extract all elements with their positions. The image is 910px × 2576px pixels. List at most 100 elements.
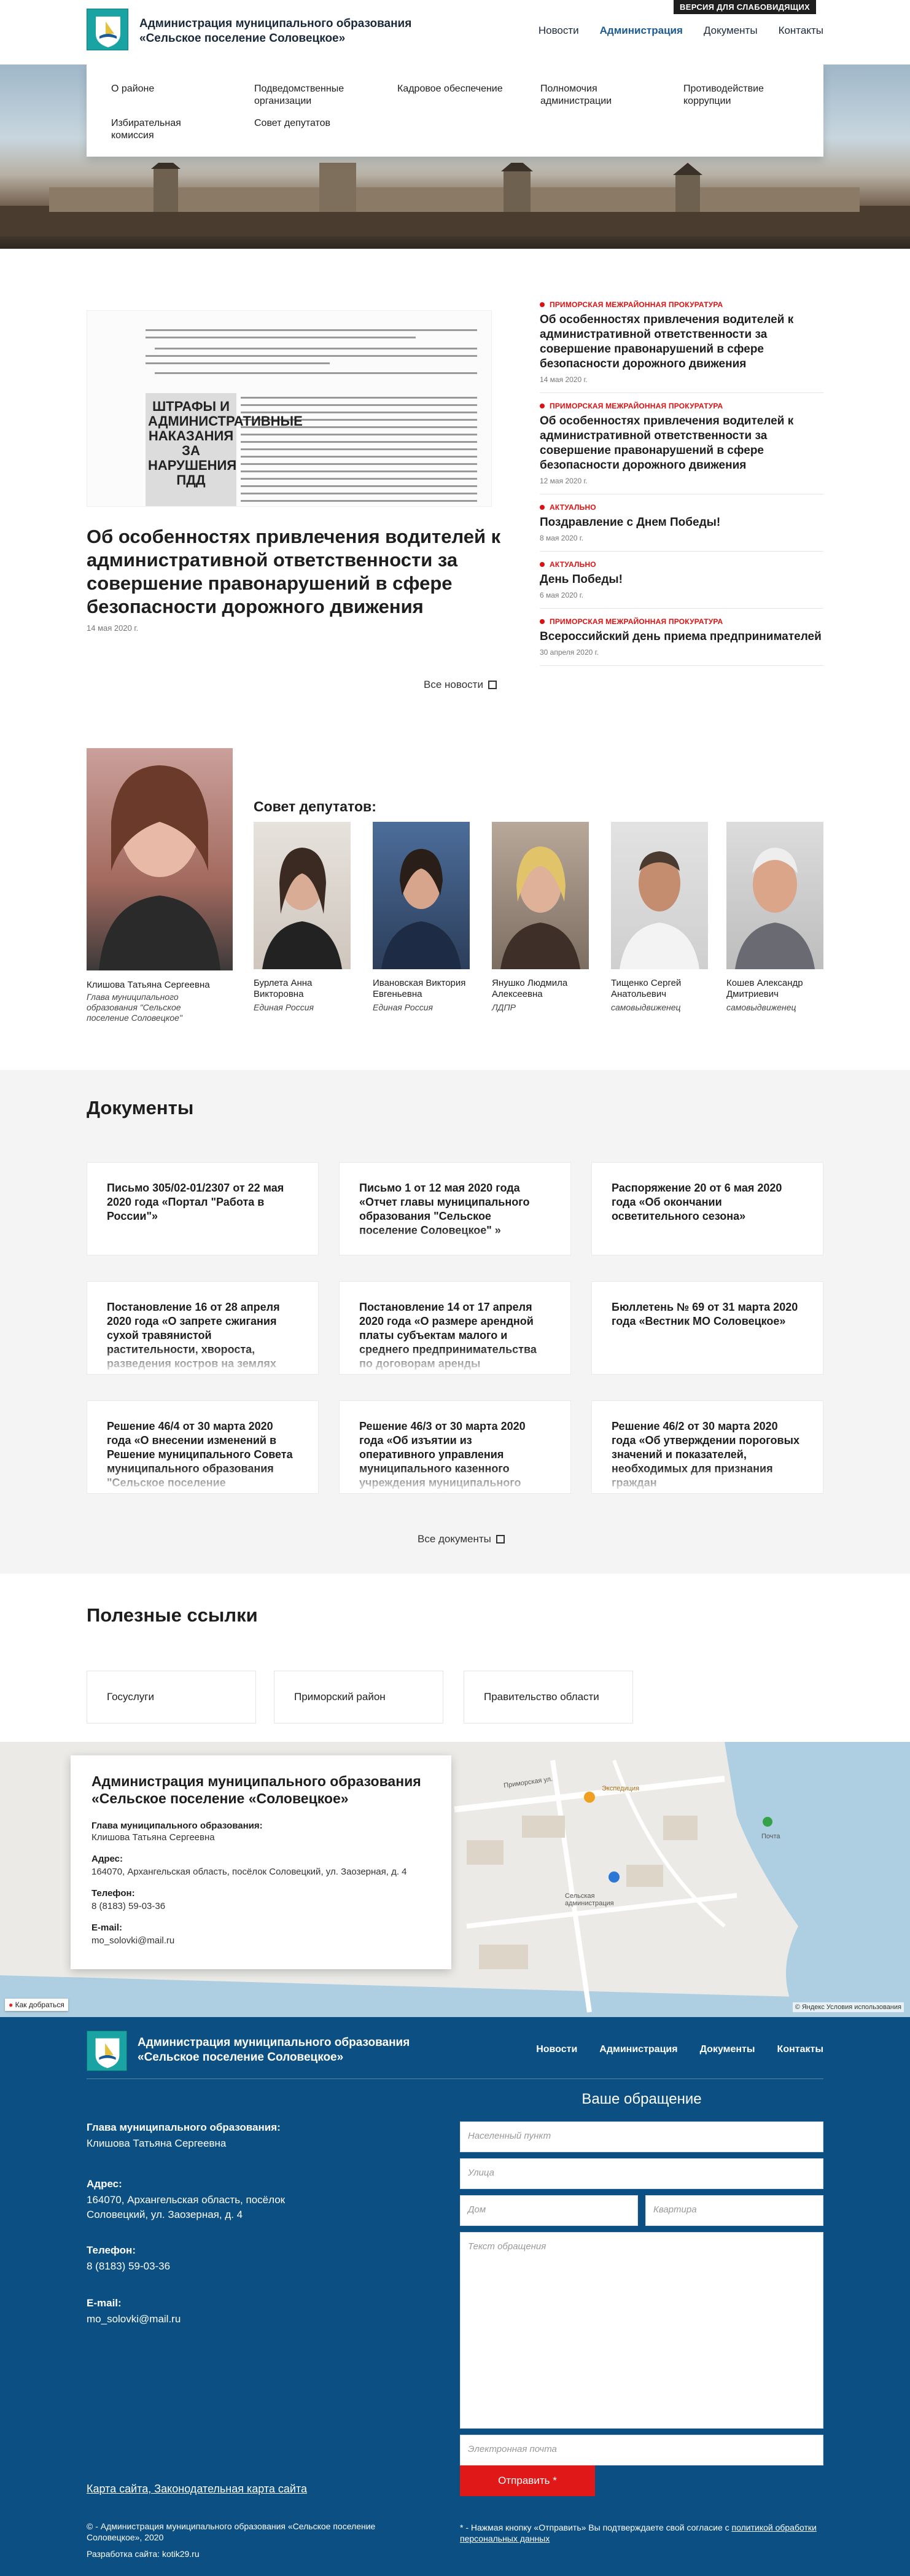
fines-sticker-image: ШТРАФЫ И АДМИНИСТРАТИВНЫЕ НАКАЗАНИЯ ЗА Н… (146, 393, 303, 506)
head-value: Клишова Татьяна Сергеевна (91, 1832, 215, 1843)
house-input[interactable]: Дом (460, 2195, 638, 2226)
council-member: Бурлета Анна Викторовна Единая Россия (254, 822, 351, 1012)
footer-nav-documents[interactable]: Документы (700, 2044, 755, 2055)
menu-subordinate-organizations[interactable]: Подведомственные организации (254, 83, 365, 107)
footer-address-label: Адрес: (87, 2178, 122, 2190)
pin-icon: ● (9, 2000, 14, 2009)
street-input[interactable]: Улица (460, 2158, 823, 2189)
council-title: Совет депутатов: (254, 798, 376, 814)
appeal-form-title: Ваше обращение (581, 2091, 702, 2107)
footer-head-label: Глава муниципального образования: (87, 2121, 281, 2133)
member-photo (726, 822, 823, 969)
phone-value[interactable]: 8 (8183) 59-03-36 (91, 1901, 430, 1911)
side-news-list: ПРИМОРСКАЯ МЕЖРАЙОННАЯ ПРОКУРАТУРА Об ос… (540, 292, 823, 666)
menu-personnel[interactable]: Кадровое обеспечение (397, 83, 508, 95)
all-news-link[interactable]: Все новости (424, 679, 497, 691)
useful-links-title: Полезные ссылки (87, 1604, 258, 1626)
consent-note-text: * - Нажмая кнопку «Отправить» Вы подтвер… (460, 2523, 732, 2532)
document-card[interactable]: Постановление 14 от 17 апреля 2020 года … (339, 1281, 571, 1375)
news-date: 30 апреля 2020 г. (540, 648, 599, 657)
footer-phone-value[interactable]: 8 (8183) 59-03-36 (87, 2259, 430, 2274)
document-card[interactable]: Решение 46/4 от 30 марта 2020 года «О вн… (87, 1400, 319, 1494)
menu-about-district[interactable]: О районе (111, 83, 222, 95)
document-card[interactable]: Письмо 1 от 12 мая 2020 года «Отчет глав… (339, 1162, 571, 1255)
menu-anticorruption[interactable]: Противодействие коррупции (683, 83, 794, 107)
address-value: 164070, Архангельская область, посёлок С… (91, 1867, 407, 1877)
footer-nav-contacts[interactable]: Контакты (777, 2044, 823, 2055)
member-party: ЛДПР (492, 1002, 516, 1012)
menu-administration-powers[interactable]: Полномочия администрации (540, 83, 651, 107)
council-section: Клишова Татьяна Сергеевна Глава муниципа… (87, 748, 823, 1037)
nav-contacts[interactable]: Контакты (779, 25, 823, 37)
footer-nav-news[interactable]: Новости (536, 2044, 577, 2055)
main-news-image[interactable]: ШТРАФЫ И АДМИНИСТРАТИВНЫЕ НАКАЗАНИЯ ЗА Н… (87, 310, 492, 507)
document-card[interactable]: Распоряжение 20 от 6 мая 2020 года «Об о… (591, 1162, 823, 1255)
document-card[interactable]: Письмо 305/02-01/2307 от 22 мая 2020 год… (87, 1162, 319, 1255)
member-party: Единая Россия (373, 1002, 433, 1012)
map-directions-button[interactable]: ● Как добраться (5, 1999, 68, 2011)
appeal-text-input[interactable]: Текст обращения (460, 2232, 823, 2429)
footer-email-label: E-mail: (87, 2297, 122, 2309)
footer-phone: Телефон: 8 (8183) 59-03-36 (87, 2244, 430, 2274)
footer-coat-of-arms-logo[interactable] (87, 2031, 127, 2071)
news-category: ПРИМОРСКАЯ МЕЖРАЙОННАЯ ПРОКУРАТУРА (540, 300, 823, 309)
main-news-title[interactable]: Об особенностях привлечения водителей к … (87, 525, 516, 619)
all-documents-link[interactable]: Все документы (418, 1533, 505, 1545)
footer-address: Адрес: 164070, Архангельская область, по… (87, 2178, 332, 2222)
footer-site-title[interactable]: Администрация муниципального образования… (138, 2035, 426, 2065)
side-news-item[interactable]: ПРИМОРСКАЯ МЕЖРАЙОННАЯ ПРОКУРАТУРА Об ос… (540, 393, 823, 494)
map-label: Экспедиция (602, 1785, 640, 1792)
menu-council-of-deputies[interactable]: Совет депутатов (254, 117, 365, 130)
nav-news[interactable]: Новости (539, 25, 579, 37)
main-news-date: 14 мая 2020 г. (87, 623, 139, 633)
member-photo (254, 822, 351, 969)
solovetsky-monastery-image (0, 163, 910, 236)
documents-title: Документы (87, 1097, 194, 1118)
site-title[interactable]: Администрация муниципального образования… (139, 17, 428, 46)
nav-documents[interactable]: Документы (704, 25, 758, 37)
document-title: Распоряжение 20 от 6 мая 2020 года «Об о… (612, 1182, 782, 1222)
submit-button[interactable]: Отправить * (460, 2465, 595, 2496)
sitemap-links[interactable]: Карта сайта, Законодательная карта сайта (87, 2483, 307, 2496)
news-date: 8 мая 2020 г. (540, 534, 584, 542)
news-title[interactable]: Об особенностях привлечения водителей к … (540, 313, 823, 372)
news-title[interactable]: Об особенностях привлечения водителей к … (540, 414, 823, 473)
side-news-item[interactable]: ПРИМОРСКАЯ МЕЖРАЙОННАЯ ПРОКУРАТУРА Всеро… (540, 609, 823, 666)
hero-banner: О районе Подведомственные организации Ка… (0, 64, 910, 249)
member-name: Кошев Александр Дмитриевич (726, 978, 803, 999)
map-label: Сельская администрация (565, 1892, 614, 1907)
document-card[interactable]: Решение 46/3 от 30 марта 2020 года «Об и… (339, 1400, 571, 1494)
link-primorsky-district[interactable]: Приморский район (274, 1671, 443, 1723)
news-title[interactable]: День Победы! (540, 572, 823, 587)
low-vision-version-link[interactable]: ВЕРСИЯ ДЛЯ СЛАБОВИДЯЩИХ (674, 0, 816, 14)
location-map[interactable]: Администрация муниципального образования… (0, 1742, 910, 2017)
footer-email: E-mail: mo_solovki@mail.ru (87, 2297, 430, 2327)
footer-nav-administration[interactable]: Администрация (599, 2044, 677, 2055)
news-date: 12 мая 2020 г. (540, 477, 588, 485)
map-copyright[interactable]: © Яндекс Условия использования (792, 2002, 904, 2012)
document-title: Письмо 305/02-01/2307 от 22 мая 2020 год… (107, 1182, 284, 1222)
apartment-input[interactable]: Квартира (645, 2195, 823, 2226)
coat-of-arms-logo[interactable] (87, 9, 128, 50)
document-card[interactable]: Постановление 16 от 28 апреля 2020 года … (87, 1281, 319, 1375)
document-card[interactable]: Решение 46/2 от 30 марта 2020 года «Об у… (591, 1400, 823, 1494)
document-card[interactable]: Бюллетень № 69 от 31 марта 2020 года «Ве… (591, 1281, 823, 1375)
developer-credit[interactable]: Разработка сайта: kotik29.ru (87, 2549, 200, 2559)
side-news-item[interactable]: АКТУАЛЬНО Поздравление с Днем Победы! 8 … (540, 494, 823, 552)
menu-election-commission[interactable]: Избирательная комиссия (111, 117, 222, 142)
side-news-item[interactable]: АКТУАЛЬНО День Победы! 6 мая 2020 г. (540, 552, 823, 609)
head-portrait (87, 748, 233, 970)
news-title[interactable]: Всероссийский день приема предпринимател… (540, 630, 823, 644)
news-category: АКТУАЛЬНО (540, 560, 823, 569)
address-label: Адрес: (91, 1854, 123, 1864)
head-name: Клишова Татьяна Сергеевна (87, 980, 210, 990)
footer-email-value[interactable]: mo_solovki@mail.ru (87, 2312, 430, 2327)
news-title[interactable]: Поздравление с Днем Победы! (540, 515, 823, 530)
link-gosuslugi[interactable]: Госуслуги (87, 1671, 256, 1723)
link-regional-government[interactable]: Правительство области (464, 1671, 633, 1723)
email-value[interactable]: mo_solovki@mail.ru (91, 1935, 430, 1946)
locality-input[interactable]: Населенный пункт (460, 2121, 823, 2152)
email-input[interactable]: Электронная почта (460, 2435, 823, 2465)
nav-administration[interactable]: Администрация (600, 25, 683, 37)
side-news-item[interactable]: ПРИМОРСКАЯ МЕЖРАЙОННАЯ ПРОКУРАТУРА Об ос… (540, 292, 823, 393)
